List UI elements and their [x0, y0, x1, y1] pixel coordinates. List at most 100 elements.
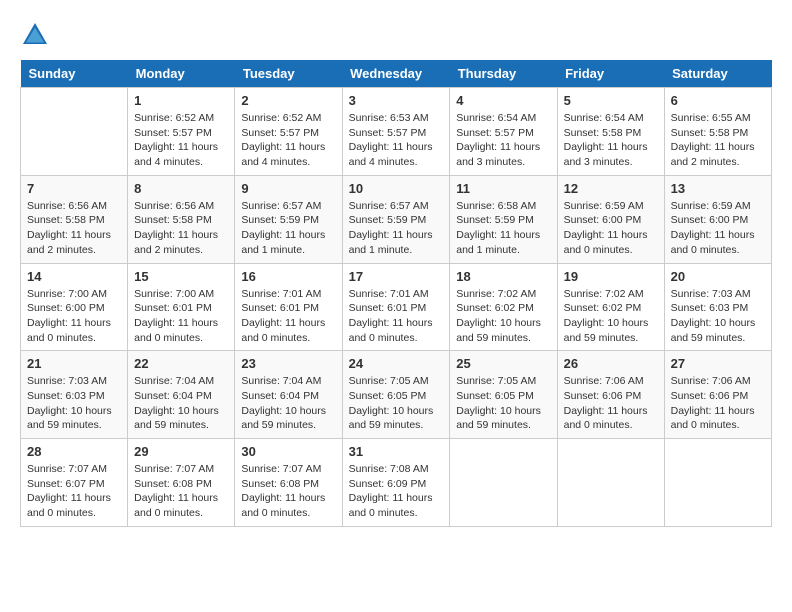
day-info: Sunrise: 7:08 AM Sunset: 6:09 PM Dayligh…	[349, 462, 444, 521]
day-number: 8	[134, 181, 228, 196]
day-number: 3	[349, 93, 444, 108]
day-cell: 2 Sunrise: 6:52 AM Sunset: 5:57 PM Daylig…	[235, 88, 342, 176]
week-row-4: 21 Sunrise: 7:03 AM Sunset: 6:03 PM Dayli…	[21, 351, 772, 439]
day-number: 16	[241, 269, 335, 284]
day-info: Sunrise: 6:59 AM Sunset: 6:00 PM Dayligh…	[671, 199, 765, 258]
column-header-thursday: Thursday	[450, 60, 557, 88]
day-info: Sunrise: 7:06 AM Sunset: 6:06 PM Dayligh…	[564, 374, 658, 433]
day-info: Sunrise: 6:54 AM Sunset: 5:58 PM Dayligh…	[564, 111, 658, 170]
day-info: Sunrise: 6:52 AM Sunset: 5:57 PM Dayligh…	[134, 111, 228, 170]
day-number: 9	[241, 181, 335, 196]
day-cell: 21 Sunrise: 7:03 AM Sunset: 6:03 PM Dayli…	[21, 351, 128, 439]
day-cell: 26 Sunrise: 7:06 AM Sunset: 6:06 PM Dayli…	[557, 351, 664, 439]
day-cell: 28Sunrise: 7:07 AM Sunset: 6:07 PM Dayli…	[21, 439, 128, 527]
day-number: 10	[349, 181, 444, 196]
day-cell: 19 Sunrise: 7:02 AM Sunset: 6:02 PM Dayli…	[557, 263, 664, 351]
day-number: 22	[134, 356, 228, 371]
day-info: Sunrise: 7:02 AM Sunset: 6:02 PM Dayligh…	[564, 287, 658, 346]
day-cell: 12 Sunrise: 6:59 AM Sunset: 6:00 PM Dayli…	[557, 175, 664, 263]
day-number: 2	[241, 93, 335, 108]
day-info: Sunrise: 6:57 AM Sunset: 5:59 PM Dayligh…	[349, 199, 444, 258]
column-header-sunday: Sunday	[21, 60, 128, 88]
day-cell	[664, 439, 771, 527]
day-cell: 6 Sunrise: 6:55 AM Sunset: 5:58 PM Daylig…	[664, 88, 771, 176]
day-number: 14	[27, 269, 121, 284]
day-info: Sunrise: 6:58 AM Sunset: 5:59 PM Dayligh…	[456, 199, 550, 258]
day-info: Sunrise: 7:03 AM Sunset: 6:03 PM Dayligh…	[27, 374, 121, 433]
day-number: 6	[671, 93, 765, 108]
day-number: 21	[27, 356, 121, 371]
column-header-friday: Friday	[557, 60, 664, 88]
day-info: Sunrise: 6:52 AM Sunset: 5:57 PM Dayligh…	[241, 111, 335, 170]
day-cell: 9 Sunrise: 6:57 AM Sunset: 5:59 PM Daylig…	[235, 175, 342, 263]
day-info: Sunrise: 6:57 AM Sunset: 5:59 PM Dayligh…	[241, 199, 335, 258]
day-number: 18	[456, 269, 550, 284]
day-cell: 10 Sunrise: 6:57 AM Sunset: 5:59 PM Dayli…	[342, 175, 450, 263]
day-cell: 30Sunrise: 7:07 AM Sunset: 6:08 PM Dayli…	[235, 439, 342, 527]
week-row-2: 7Sunrise: 6:56 AM Sunset: 5:58 PM Daylig…	[21, 175, 772, 263]
calendar-table: SundayMondayTuesdayWednesdayThursdayFrid…	[20, 60, 772, 527]
day-number: 30	[241, 444, 335, 459]
day-info: Sunrise: 6:54 AM Sunset: 5:57 PM Dayligh…	[456, 111, 550, 170]
day-info: Sunrise: 7:03 AM Sunset: 6:03 PM Dayligh…	[671, 287, 765, 346]
week-row-3: 14 Sunrise: 7:00 AM Sunset: 6:00 PM Dayli…	[21, 263, 772, 351]
day-number: 17	[349, 269, 444, 284]
day-info: Sunrise: 7:04 AM Sunset: 6:04 PM Dayligh…	[241, 374, 335, 433]
day-cell: 27 Sunrise: 7:06 AM Sunset: 6:06 PM Dayli…	[664, 351, 771, 439]
day-number: 31	[349, 444, 444, 459]
day-number: 19	[564, 269, 658, 284]
day-cell: 23 Sunrise: 7:04 AM Sunset: 6:04 PM Dayli…	[235, 351, 342, 439]
day-info: Sunrise: 7:05 AM Sunset: 6:05 PM Dayligh…	[456, 374, 550, 433]
day-cell	[21, 88, 128, 176]
day-cell: 22Sunrise: 7:04 AM Sunset: 6:04 PM Dayli…	[128, 351, 235, 439]
day-info: Sunrise: 6:53 AM Sunset: 5:57 PM Dayligh…	[349, 111, 444, 170]
day-cell: 20 Sunrise: 7:03 AM Sunset: 6:03 PM Dayli…	[664, 263, 771, 351]
day-number: 23	[241, 356, 335, 371]
column-header-tuesday: Tuesday	[235, 60, 342, 88]
header-row: SundayMondayTuesdayWednesdayThursdayFrid…	[21, 60, 772, 88]
day-number: 5	[564, 93, 658, 108]
day-info: Sunrise: 6:59 AM Sunset: 6:00 PM Dayligh…	[564, 199, 658, 258]
day-number: 25	[456, 356, 550, 371]
day-info: Sunrise: 6:56 AM Sunset: 5:58 PM Dayligh…	[134, 199, 228, 258]
page-header	[20, 20, 772, 50]
day-number: 24	[349, 356, 444, 371]
day-number: 29	[134, 444, 228, 459]
day-cell: 14 Sunrise: 7:00 AM Sunset: 6:00 PM Dayli…	[21, 263, 128, 351]
day-number: 11	[456, 181, 550, 196]
day-cell: 11 Sunrise: 6:58 AM Sunset: 5:59 PM Dayli…	[450, 175, 557, 263]
day-cell: 25 Sunrise: 7:05 AM Sunset: 6:05 PM Dayli…	[450, 351, 557, 439]
day-number: 12	[564, 181, 658, 196]
day-info: Sunrise: 7:00 AM Sunset: 6:00 PM Dayligh…	[27, 287, 121, 346]
day-cell: 5 Sunrise: 6:54 AM Sunset: 5:58 PM Daylig…	[557, 88, 664, 176]
day-cell	[450, 439, 557, 527]
day-info: Sunrise: 6:56 AM Sunset: 5:58 PM Dayligh…	[27, 199, 121, 258]
day-number: 20	[671, 269, 765, 284]
day-number: 27	[671, 356, 765, 371]
logo-icon	[20, 20, 50, 50]
day-number: 1	[134, 93, 228, 108]
day-info: Sunrise: 6:55 AM Sunset: 5:58 PM Dayligh…	[671, 111, 765, 170]
day-info: Sunrise: 7:01 AM Sunset: 6:01 PM Dayligh…	[349, 287, 444, 346]
day-number: 26	[564, 356, 658, 371]
day-info: Sunrise: 7:06 AM Sunset: 6:06 PM Dayligh…	[671, 374, 765, 433]
day-cell: 31 Sunrise: 7:08 AM Sunset: 6:09 PM Dayli…	[342, 439, 450, 527]
day-info: Sunrise: 7:01 AM Sunset: 6:01 PM Dayligh…	[241, 287, 335, 346]
day-cell: 1 Sunrise: 6:52 AM Sunset: 5:57 PM Daylig…	[128, 88, 235, 176]
day-cell: 13 Sunrise: 6:59 AM Sunset: 6:00 PM Dayli…	[664, 175, 771, 263]
day-number: 28	[27, 444, 121, 459]
week-row-5: 28Sunrise: 7:07 AM Sunset: 6:07 PM Dayli…	[21, 439, 772, 527]
day-cell: 8 Sunrise: 6:56 AM Sunset: 5:58 PM Daylig…	[128, 175, 235, 263]
day-cell: 16 Sunrise: 7:01 AM Sunset: 6:01 PM Dayli…	[235, 263, 342, 351]
day-cell: 17 Sunrise: 7:01 AM Sunset: 6:01 PM Dayli…	[342, 263, 450, 351]
day-info: Sunrise: 7:07 AM Sunset: 6:08 PM Dayligh…	[134, 462, 228, 521]
day-number: 13	[671, 181, 765, 196]
day-cell: 18 Sunrise: 7:02 AM Sunset: 6:02 PM Dayli…	[450, 263, 557, 351]
day-info: Sunrise: 7:00 AM Sunset: 6:01 PM Dayligh…	[134, 287, 228, 346]
column-header-monday: Monday	[128, 60, 235, 88]
day-cell	[557, 439, 664, 527]
day-cell: 15 Sunrise: 7:00 AM Sunset: 6:01 PM Dayli…	[128, 263, 235, 351]
day-info: Sunrise: 7:02 AM Sunset: 6:02 PM Dayligh…	[456, 287, 550, 346]
day-number: 15	[134, 269, 228, 284]
day-cell: 4Sunrise: 6:54 AM Sunset: 5:57 PM Daylig…	[450, 88, 557, 176]
